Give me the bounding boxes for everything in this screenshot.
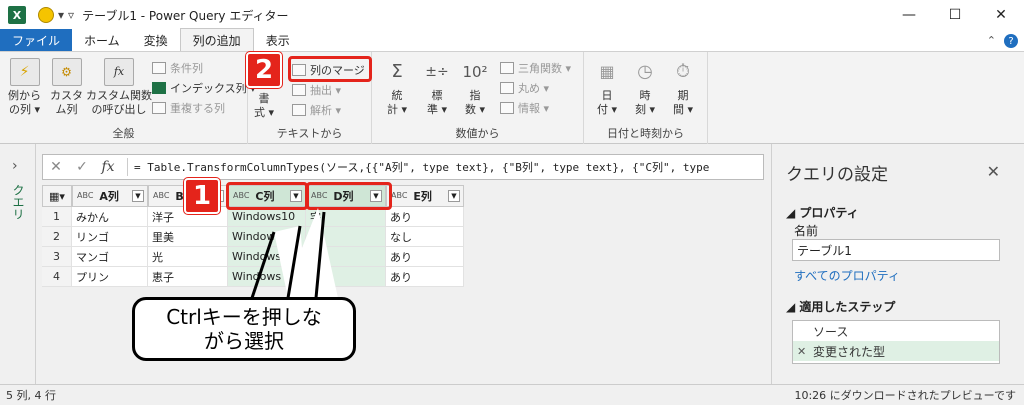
callout-line-2: がら選択 (204, 329, 284, 353)
instruction-callout: Ctrlキーを押しな がら選択 (132, 297, 356, 361)
callout-line-1: Ctrlキーを押しな (166, 305, 322, 329)
